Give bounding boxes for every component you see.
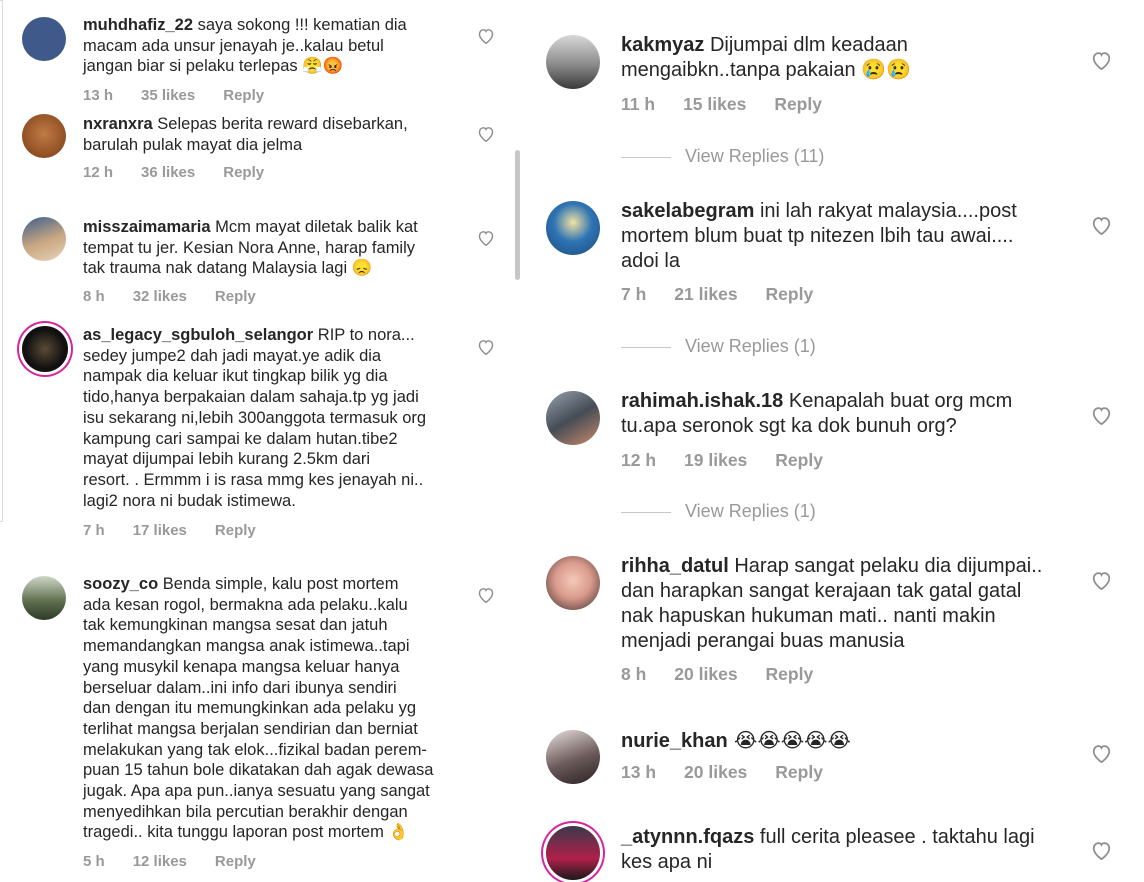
like-heart-icon[interactable] [477, 126, 495, 142]
reply-button[interactable]: Reply [766, 284, 814, 304]
reply-button[interactable]: Reply [775, 450, 823, 470]
comment-likes[interactable]: 32 likes [133, 288, 187, 305]
comment-text: rahimah.ishak.18 Kenapalah buat org mcm … [621, 389, 1091, 439]
comment-username[interactable]: as_legacy_sgbuloh_selangor [83, 326, 313, 344]
reply-button[interactable]: Reply [223, 164, 264, 181]
comment-username[interactable]: rihha_datul [621, 555, 729, 577]
like-heart-icon[interactable] [477, 230, 495, 246]
comment-username[interactable]: nxranxra [83, 115, 153, 133]
comment-likes[interactable]: 12 likes [133, 853, 187, 870]
left-panel-frame [0, 0, 3, 522]
like-heart-icon[interactable] [477, 587, 495, 603]
comment-time: 5 h [83, 853, 105, 870]
avatar[interactable] [546, 730, 600, 784]
comment-meta: 11 h 15 likes Reply [621, 94, 850, 115]
avatar[interactable] [546, 556, 600, 610]
avatar[interactable] [546, 391, 600, 445]
comment-time: 12 h [83, 164, 114, 181]
comment-meta: 8 h 20 likes Reply [621, 664, 841, 685]
comment-meta: 7 h 21 likes Reply [621, 284, 841, 305]
reply-button[interactable]: Reply [774, 94, 822, 114]
comment-time: 13 h [83, 87, 114, 104]
comment-likes[interactable]: 21 likes [674, 284, 737, 304]
comment-likes[interactable]: 36 likes [141, 164, 195, 181]
avatar[interactable] [546, 826, 600, 880]
reply-button[interactable]: Reply [223, 87, 264, 104]
comment-body: 😭😭😭😭😭 [727, 728, 851, 752]
comment-username[interactable]: misszaimamaria [83, 218, 211, 236]
comment-text: nurie_khan 😭😭😭😭😭 [621, 728, 1091, 754]
reply-button[interactable]: Reply [215, 522, 256, 539]
comment-time: 8 h [83, 288, 105, 305]
view-replies-button[interactable]: View Replies (1) [621, 501, 816, 522]
comment-text: nxranxra Selepas berita reward disebarka… [83, 114, 503, 155]
comment-text: as_legacy_sgbuloh_selangor RIP to nora..… [83, 325, 503, 511]
avatar[interactable] [22, 114, 66, 158]
avatar[interactable] [22, 217, 66, 261]
comment-meta: 5 h 12 likes Reply [83, 853, 284, 870]
comment-username[interactable]: sakelabegram [621, 200, 754, 222]
scrollbar-thumb[interactable] [515, 150, 520, 280]
comment-likes[interactable]: 20 likes [674, 664, 737, 684]
comment-time: 7 h [621, 284, 647, 304]
avatar[interactable] [22, 576, 66, 620]
comment-meta: 12 h 36 likes Reply [83, 164, 292, 181]
comment-username[interactable]: muhdhafiz_22 [83, 16, 193, 34]
comment-username[interactable]: _atynnn.fqazs [621, 826, 754, 848]
right-comments-panel: kakmyaz Dijumpai dlm keadaan mengaibkn..… [522, 0, 1144, 882]
comment-text: kakmyaz Dijumpai dlm keadaan mengaibkn..… [621, 33, 1091, 83]
comment-username[interactable]: rahimah.ishak.18 [621, 390, 783, 412]
comment-likes[interactable]: 20 likes [684, 762, 747, 782]
comment-text: _atynnn.fqazs full cerita pleasee . takt… [621, 825, 1091, 875]
comment-meta: 8 h 32 likes Reply [83, 288, 284, 305]
comment-text: misszaimamaria Mcm mayat diletak balik k… [83, 217, 503, 279]
comment-text: soozy_co Benda simple, kalu post mortem … [83, 574, 503, 843]
comment-body: RIP to nora... sedey jumpe2 dah jadi may… [83, 326, 427, 510]
comment-meta: 12 h 19 likes Reply [621, 450, 851, 471]
avatar[interactable] [22, 17, 66, 61]
comment-meta: 13 h 20 likes Reply [621, 762, 851, 783]
like-heart-icon[interactable] [1091, 51, 1112, 70]
reply-button[interactable]: Reply [215, 853, 256, 870]
avatar[interactable] [546, 35, 600, 89]
comment-text: sakelabegram ini lah rakyat malaysia....… [621, 199, 1091, 274]
like-heart-icon[interactable] [1091, 841, 1112, 860]
comment-text: rihha_datul Harap sangat pelaku dia diju… [621, 554, 1091, 654]
view-replies-button[interactable]: View Replies (11) [621, 146, 824, 167]
like-heart-icon[interactable] [1091, 571, 1112, 590]
comment-likes[interactable]: 17 likes [133, 522, 187, 539]
comment-likes[interactable]: 15 likes [683, 94, 746, 114]
comment-time: 8 h [621, 664, 647, 684]
like-heart-icon[interactable] [1091, 216, 1112, 235]
comment-text: muhdhafiz_22 saya sokong !!! kematian di… [83, 15, 503, 77]
like-heart-icon[interactable] [477, 339, 495, 355]
reply-button[interactable]: Reply [775, 762, 823, 782]
comment-username[interactable]: nurie_khan [621, 730, 728, 752]
comment-time: 12 h [621, 450, 657, 470]
like-heart-icon[interactable] [1091, 744, 1112, 763]
comment-meta: 7 h 17 likes Reply [83, 522, 284, 539]
like-heart-icon[interactable] [1091, 406, 1112, 425]
comment-time: 7 h [83, 522, 105, 539]
comment-likes[interactable]: 19 likes [684, 450, 747, 470]
comment-meta: 13 h 35 likes Reply [83, 87, 292, 104]
avatar[interactable] [546, 201, 600, 255]
comment-likes[interactable]: 35 likes [141, 87, 195, 104]
comment-time: 13 h [621, 762, 657, 782]
left-comments-panel: muhdhafiz_22 saya sokong !!! kematian di… [0, 0, 522, 882]
like-heart-icon[interactable] [477, 28, 495, 44]
comment-body: Benda simple, kalu post mortem ada kesan… [83, 575, 434, 842]
reply-button[interactable]: Reply [766, 664, 814, 684]
reply-button[interactable]: Reply [215, 288, 256, 305]
avatar[interactable] [22, 326, 68, 372]
comment-time: 11 h [621, 94, 656, 114]
view-replies-button[interactable]: View Replies (1) [621, 336, 816, 357]
comment-username[interactable]: soozy_co [83, 575, 158, 593]
comment-username[interactable]: kakmyaz [621, 34, 704, 56]
